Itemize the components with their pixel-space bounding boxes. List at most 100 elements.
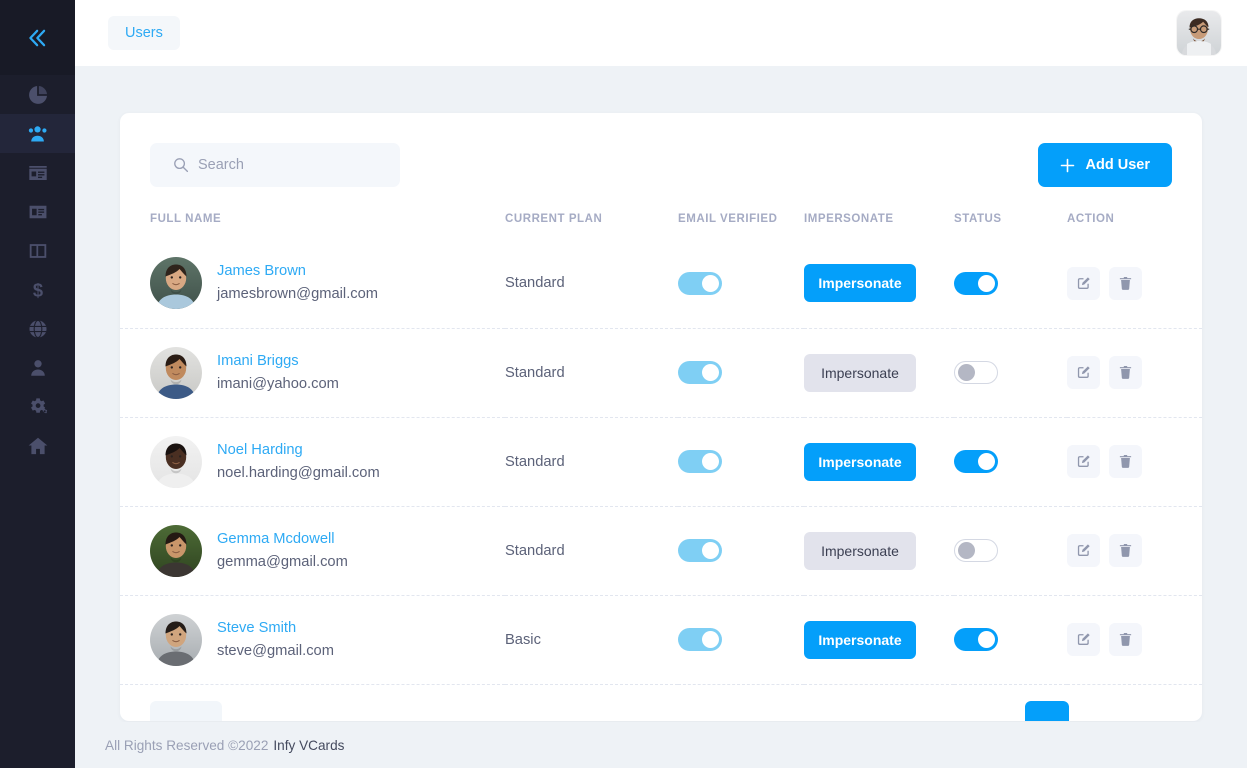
edit-button[interactable] — [1067, 623, 1100, 656]
edit-button[interactable] — [1067, 534, 1100, 567]
sidebar-item-dashboard[interactable] — [0, 75, 75, 114]
sidebar-item-settings[interactable] — [0, 387, 75, 426]
sidebar-item-vcards[interactable] — [0, 153, 75, 192]
user-text-block: Imani Briggs imani@yahoo.com — [217, 350, 339, 396]
row-avatar[interactable] — [150, 347, 202, 399]
user-name-link[interactable]: Steve Smith — [217, 617, 334, 640]
row-avatar[interactable] — [150, 614, 202, 666]
dollar-icon: $ — [27, 279, 49, 301]
cell-action — [1067, 239, 1202, 328]
sidebar-item-layouts[interactable] — [0, 231, 75, 270]
delete-button[interactable] — [1109, 623, 1142, 656]
edit-icon — [1076, 632, 1091, 647]
status-toggle[interactable] — [954, 628, 998, 651]
cell-impersonate: Impersonate — [804, 239, 954, 328]
id-badge-icon — [27, 201, 49, 223]
toggle-knob — [978, 631, 995, 648]
row-avatar[interactable] — [150, 436, 202, 488]
cell-email-verified — [678, 506, 804, 595]
sidebar-item-home[interactable] — [0, 426, 75, 465]
columns-icon — [27, 240, 49, 262]
impersonate-button[interactable]: Impersonate — [804, 264, 916, 302]
user-identity: Imani Briggs imani@yahoo.com — [150, 347, 505, 399]
table-header-row: FULL NAME CURRENT PLAN EMAIL VERIFIED IM… — [120, 187, 1202, 239]
status-toggle[interactable] — [954, 361, 998, 384]
cell-full-name: Noel Harding noel.harding@gmail.com — [120, 417, 505, 506]
footer-brand: Infy VCards — [273, 738, 344, 753]
edit-button[interactable] — [1067, 445, 1100, 478]
avatar-image — [150, 436, 202, 488]
sidebar-item-profile[interactable] — [0, 348, 75, 387]
add-user-button[interactable]: Add User — [1038, 143, 1172, 187]
cell-email-verified — [678, 328, 804, 417]
breadcrumb[interactable]: Users — [108, 16, 180, 50]
user-name-link[interactable]: Gemma Mcdowell — [217, 528, 348, 551]
toggle-knob — [978, 453, 995, 470]
cell-status — [954, 239, 1067, 328]
email-verified-toggle[interactable] — [678, 272, 722, 295]
status-toggle[interactable] — [954, 450, 998, 473]
avatar[interactable] — [1177, 11, 1221, 55]
footer: All Rights Reserved ©2022 Infy VCards — [75, 722, 1247, 768]
gears-icon — [27, 396, 49, 418]
column-header-action: ACTION — [1067, 187, 1202, 239]
status-toggle[interactable] — [954, 539, 998, 562]
delete-button[interactable] — [1109, 445, 1142, 478]
home-icon — [27, 435, 49, 457]
footer-copyright: All Rights Reserved ©2022 — [105, 738, 268, 753]
edit-button[interactable] — [1067, 356, 1100, 389]
column-header-current-plan: CURRENT PLAN — [505, 187, 678, 239]
cell-action — [1067, 506, 1202, 595]
row-avatar[interactable] — [150, 257, 202, 309]
avatar-image — [150, 525, 202, 577]
pie-chart-icon — [27, 84, 49, 106]
sidebar-collapse-button[interactable] — [0, 0, 75, 75]
email-verified-toggle[interactable] — [678, 539, 722, 562]
email-verified-toggle[interactable] — [678, 450, 722, 473]
user-icon — [27, 357, 49, 379]
pagination-strip — [150, 701, 1172, 721]
user-email: imani@yahoo.com — [217, 373, 339, 396]
row-avatar[interactable] — [150, 525, 202, 577]
user-name-link[interactable]: James Brown — [217, 260, 378, 283]
column-header-status: STATUS — [954, 187, 1067, 239]
search-box[interactable] — [150, 143, 400, 187]
sidebar-item-languages[interactable] — [0, 309, 75, 348]
status-toggle[interactable] — [954, 272, 998, 295]
delete-button[interactable] — [1109, 534, 1142, 567]
impersonate-button[interactable]: Impersonate — [804, 354, 916, 392]
plan-label: Standard — [505, 365, 565, 381]
user-name-link[interactable]: Noel Harding — [217, 439, 380, 462]
pagination-next-button[interactable] — [1025, 701, 1069, 721]
edit-button[interactable] — [1067, 267, 1100, 300]
cell-status — [954, 595, 1067, 684]
sidebar-item-users[interactable] — [0, 114, 75, 153]
user-identity: Gemma Mcdowell gemma@gmail.com — [150, 525, 505, 577]
pagination-prev-button[interactable] — [150, 701, 222, 721]
cell-impersonate: Impersonate — [804, 506, 954, 595]
double-chevron-left-icon — [25, 25, 51, 51]
sidebar-item-templates[interactable] — [0, 192, 75, 231]
cell-impersonate: Impersonate — [804, 328, 954, 417]
email-verified-toggle[interactable] — [678, 628, 722, 651]
delete-button[interactable] — [1109, 267, 1142, 300]
cell-full-name: Steve Smith steve@gmail.com — [120, 595, 505, 684]
cell-status — [954, 328, 1067, 417]
email-verified-toggle[interactable] — [678, 361, 722, 384]
toggle-knob — [702, 364, 719, 381]
impersonate-button[interactable]: Impersonate — [804, 443, 916, 481]
table-row: Gemma Mcdowell gemma@gmail.com Standard … — [120, 506, 1202, 595]
sidebar-item-subscriptions[interactable]: $ — [0, 270, 75, 309]
user-text-block: Steve Smith steve@gmail.com — [217, 617, 334, 663]
user-email: jamesbrown@gmail.com — [217, 283, 378, 306]
row-actions — [1067, 623, 1202, 656]
user-name-link[interactable]: Imani Briggs — [217, 350, 339, 373]
impersonate-button[interactable]: Impersonate — [804, 621, 916, 659]
row-actions — [1067, 267, 1202, 300]
impersonate-button[interactable]: Impersonate — [804, 532, 916, 570]
delete-button[interactable] — [1109, 356, 1142, 389]
row-actions — [1067, 534, 1202, 567]
toggle-knob — [702, 631, 719, 648]
toggle-knob — [958, 542, 975, 559]
trash-icon — [1118, 276, 1133, 291]
